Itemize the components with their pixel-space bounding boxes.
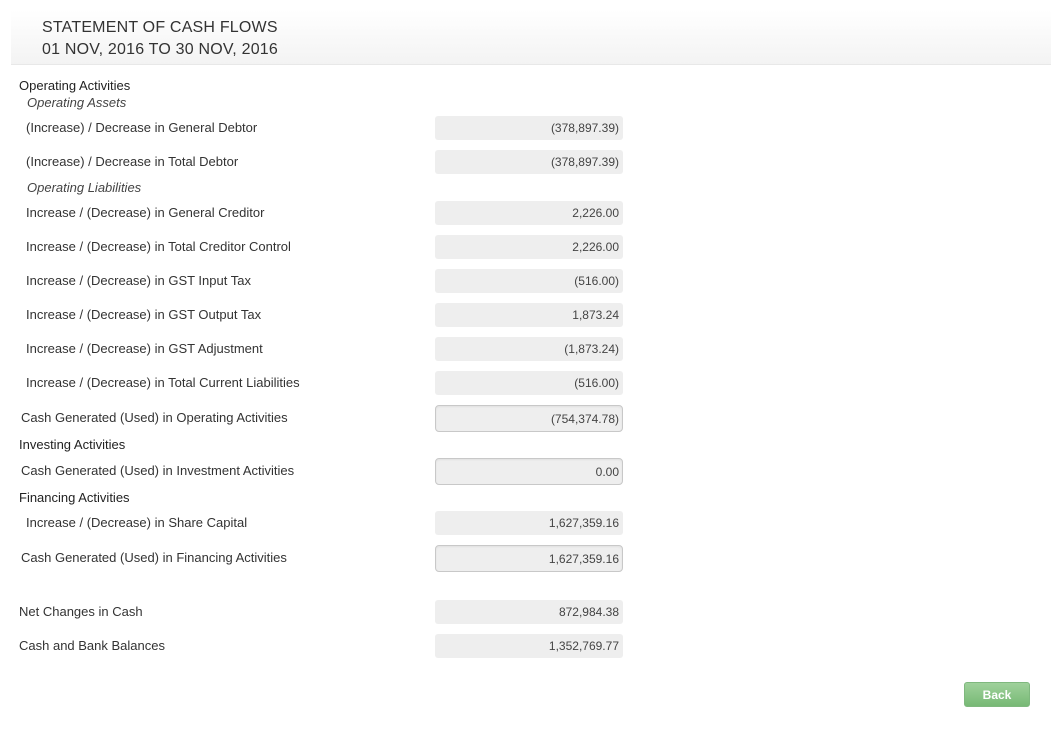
operating-assets-heading: Operating Assets	[27, 95, 127, 110]
gst-adjustment-value: (1,873.24)	[435, 337, 623, 361]
gst-input-tax-label: Increase / (Decrease) in GST Input Tax	[26, 273, 251, 288]
cash-flow-statement-page: STATEMENT OF CASH FLOWS 01 NOV, 2016 TO …	[0, 0, 1062, 732]
report-period: 01 NOV, 2016 TO 30 NOV, 2016	[42, 41, 278, 58]
general-debtor-label: (Increase) / Decrease in General Debtor	[26, 120, 258, 135]
share-capital-value: 1,627,359.16	[435, 511, 623, 535]
total-creditor-control-label: Increase / (Decrease) in Total Creditor …	[26, 239, 291, 254]
report-header: STATEMENT OF CASH FLOWS 01 NOV, 2016 TO …	[11, 10, 1051, 65]
operating-activities-heading: Operating Activities	[19, 78, 131, 93]
share-capital-label: Increase / (Decrease) in Share Capital	[26, 515, 248, 530]
total-debtor-label: (Increase) / Decrease in Total Debtor	[26, 154, 239, 169]
operating-cash-generated-label: Cash Generated (Used) in Operating Activ…	[21, 410, 288, 425]
general-debtor-value: (378,897.39)	[435, 116, 623, 140]
investing-activities-heading: Investing Activities	[19, 437, 126, 452]
total-debtor-value: (378,897.39)	[435, 150, 623, 174]
cash-and-bank-balances-value: 1,352,769.77	[435, 634, 623, 658]
cash-and-bank-balances-label: Cash and Bank Balances	[19, 638, 165, 653]
gst-output-tax-value: 1,873.24	[435, 303, 623, 327]
total-current-liabilities-label: Increase / (Decrease) in Total Current L…	[26, 375, 300, 390]
back-button[interactable]: Back	[964, 682, 1030, 707]
net-changes-in-cash-value: 872,984.38	[435, 600, 623, 624]
general-creditor-value: 2,226.00	[435, 201, 623, 225]
operating-cash-generated-value: (754,374.78)	[435, 405, 623, 432]
gst-input-tax-value: (516.00)	[435, 269, 623, 293]
gst-adjustment-label: Increase / (Decrease) in GST Adjustment	[26, 341, 263, 356]
gst-output-tax-label: Increase / (Decrease) in GST Output Tax	[26, 307, 262, 322]
total-creditor-control-value: 2,226.00	[435, 235, 623, 259]
investing-cash-generated-label: Cash Generated (Used) in Investment Acti…	[21, 463, 295, 478]
operating-liabilities-heading: Operating Liabilities	[27, 180, 142, 195]
total-current-liabilities-value: (516.00)	[435, 371, 623, 395]
investing-cash-generated-value: 0.00	[435, 458, 623, 485]
net-changes-in-cash-label: Net Changes in Cash	[19, 604, 143, 619]
financing-cash-generated-label: Cash Generated (Used) in Financing Activ…	[21, 550, 287, 565]
financing-activities-heading: Financing Activities	[19, 490, 130, 505]
general-creditor-label: Increase / (Decrease) in General Credito…	[26, 205, 265, 220]
report-title: STATEMENT OF CASH FLOWS	[42, 19, 278, 36]
financing-cash-generated-value: 1,627,359.16	[435, 545, 623, 572]
